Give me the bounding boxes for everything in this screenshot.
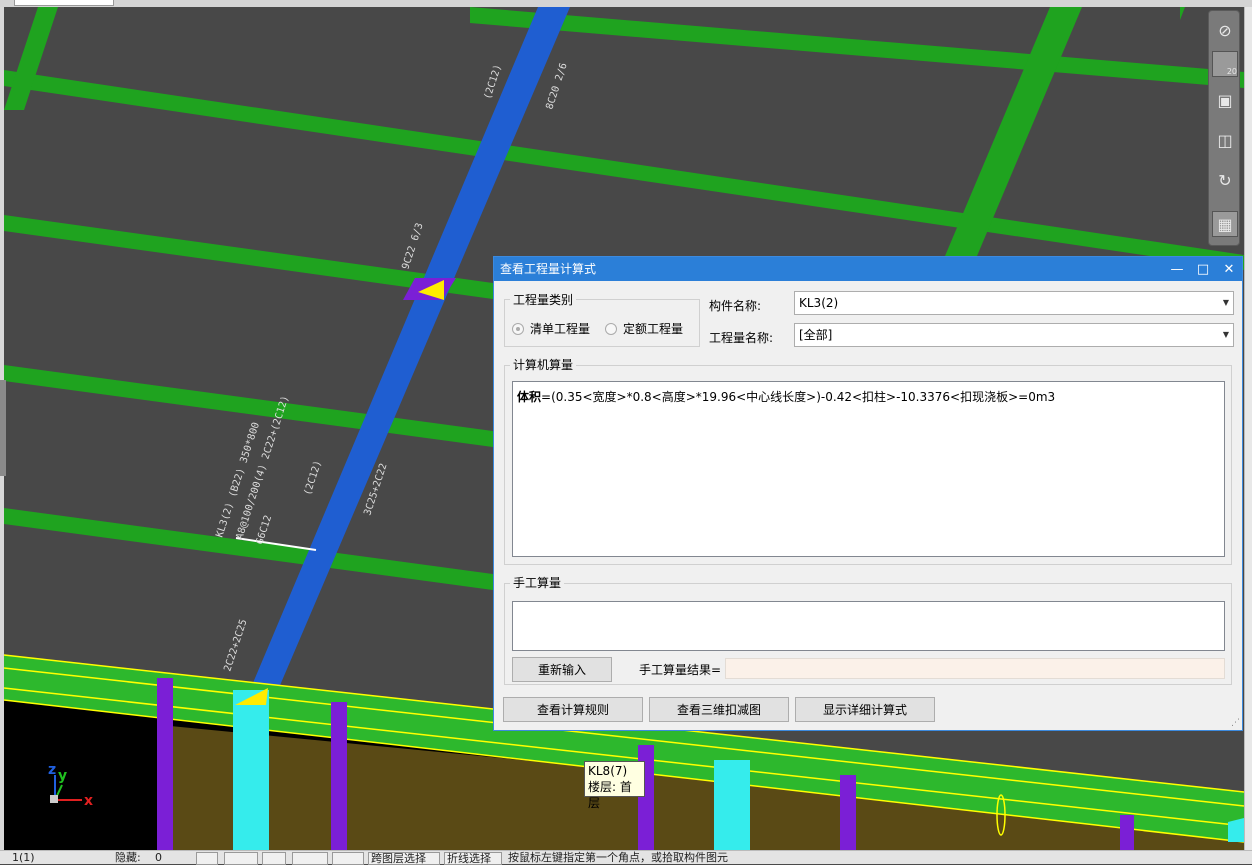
check-toggle-icon[interactable] (292, 852, 328, 865)
tooltip-floor: 楼层: 首层 (588, 780, 632, 810)
manual-calc-legend: 手工算量 (510, 574, 565, 591)
axis-z-label: z (48, 762, 57, 778)
cube-view-icon[interactable]: ▣ (1212, 87, 1238, 113)
page-indicator: 1(1) (12, 851, 35, 864)
grid-icon[interactable]: ▦ (1212, 211, 1238, 237)
left-panel-grip[interactable] (0, 380, 6, 476)
cube-icon[interactable]: ◫ (1212, 127, 1238, 153)
minimize-icon[interactable]: — (1166, 257, 1188, 281)
top-tab[interactable] (14, 0, 114, 6)
cross-layer-select-button[interactable]: 跨图层选择 (368, 852, 440, 865)
manual-result-label: 手工算量结果= (639, 663, 722, 677)
plus-toggle-icon[interactable] (332, 852, 364, 865)
status-hint: 按鼠标左键指定第一个角点，或拾取构件图元 (508, 851, 728, 864)
quantity-name-value: [全部] (799, 328, 833, 342)
radio-dot-icon[interactable] (605, 322, 617, 335)
radio-label: 定额工程量 (623, 322, 684, 336)
right-scroll-edge[interactable] (1244, 7, 1252, 850)
cross-toggle-icon[interactable] (262, 852, 286, 865)
component-name-label: 构件名称: (709, 299, 762, 313)
chevron-down-icon[interactable]: ▼ (1223, 324, 1229, 346)
radio-dot-icon[interactable] (512, 322, 524, 335)
quantity-formula-dialog: 查看工程量计算式 — □ ✕ 工程量类别 清单工程量 定额工程量 构件名称: K… (493, 256, 1243, 731)
formula-bold: 体积 (517, 390, 542, 404)
scale-value: 20 (1226, 67, 1237, 76)
chevron-down-icon[interactable]: ▼ (1223, 292, 1229, 314)
view-3d-deduction-button[interactable]: 查看三维扣减图 (649, 697, 789, 722)
polyline-select-button[interactable]: 折线选择 (444, 852, 502, 865)
dialog-title[interactable]: 查看工程量计算式 (494, 257, 1242, 281)
quantity-name-select[interactable]: [全部] ▼ (794, 323, 1234, 347)
show-detail-formula-button[interactable]: 显示详细计算式 (795, 697, 935, 722)
hide-count: 0 (155, 851, 162, 864)
snap-toggle-icon[interactable] (224, 852, 258, 865)
scale-icon[interactable]: 20 (1212, 51, 1238, 77)
top-strip (0, 0, 1252, 7)
category-legend: 工程量类别 (510, 291, 577, 308)
radio-quota-quantity[interactable]: 定额工程量 (605, 320, 683, 337)
view-rules-button[interactable]: 查看计算规则 (503, 697, 643, 722)
component-name-select[interactable]: KL3(2) ▼ (794, 291, 1234, 315)
reinput-button[interactable]: 重新输入 (512, 657, 612, 682)
status-bar: 1(1) 隐藏: 0 跨图层选择 折线选择 按鼠标左键指定第一个角点，或拾取构件… (0, 850, 1252, 865)
formula-text: =(0.35<宽度>*0.8<高度>*19.96<中心线长度>)-0.42<扣柱… (541, 390, 1056, 404)
close-icon[interactable]: ✕ (1218, 257, 1240, 281)
rotate-icon[interactable]: ↻ (1212, 167, 1238, 193)
manual-input-textarea[interactable] (512, 601, 1225, 651)
resize-grip-icon[interactable]: ⋰ (1231, 718, 1240, 728)
quantity-name-label: 工程量名称: (709, 331, 774, 345)
orbit-icon[interactable]: ⊘ (1212, 17, 1238, 43)
component-tooltip: KL8(7) 楼层: 首层 (584, 761, 645, 810)
manual-result-field (725, 658, 1225, 679)
radio-label: 清单工程量 (530, 322, 591, 336)
component-name-value: KL3(2) (799, 296, 839, 310)
axis-y-label: y (58, 768, 68, 784)
axis-x-label: x (84, 793, 94, 809)
hide-label: 隐藏: (115, 851, 141, 864)
formula-textarea[interactable]: 体积=(0.35<宽度>*0.8<高度>*19.96<中心线长度>)-0.42<… (512, 381, 1225, 557)
computer-calc-legend: 计算机算量 (510, 356, 577, 373)
ortho-toggle-icon[interactable] (196, 852, 218, 865)
maximize-icon[interactable]: □ (1192, 257, 1214, 281)
radio-bill-quantity[interactable]: 清单工程量 (512, 320, 590, 337)
tooltip-name: KL8(7) (588, 764, 628, 778)
view-toolbar: ⊘ 20 ▣ ◫ ↻ ▦ (1208, 10, 1240, 246)
